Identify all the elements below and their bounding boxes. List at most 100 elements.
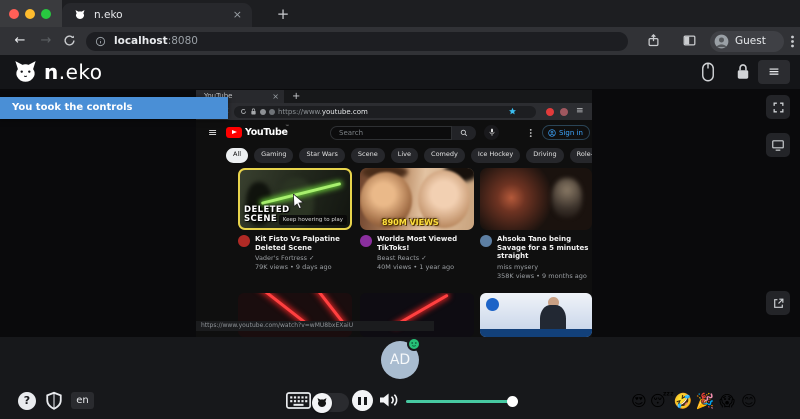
reload-button[interactable] [62,33,77,48]
chip-ice-hockey[interactable]: Ice Hockey [471,148,520,163]
video-thumbnail-row2-3[interactable] [480,293,592,337]
signin-label: Sign in [559,129,583,137]
channel-avatar-1[interactable] [238,235,250,247]
guest-label: Guest [735,35,766,47]
emoji-party-popper[interactable]: 🎉 [694,390,716,412]
window-minimize-button[interactable] [25,9,35,19]
verified-badge-1: ✓ [309,254,314,262]
channel-name-1: Vader's Fortress [255,254,307,262]
remote-bookmark-star-icon[interactable] [508,107,517,116]
badge-face-icon [409,339,419,349]
video-thumbnail-3[interactable] [480,168,592,230]
volume-slider[interactable] [406,400,514,404]
url-port-text: :8080 [168,35,198,47]
video-meta-1: 79K views • 9 days ago [255,263,349,271]
video-thumbnail-1[interactable]: DELETED SCENE Keep hovering to play [238,168,352,230]
youtube-mic-button[interactable] [484,125,499,140]
help-button[interactable]: ? [18,392,36,410]
back-button[interactable]: ← [8,27,32,55]
cat-mode-toggle[interactable] [313,393,349,412]
logo-rest: .eko [59,60,103,84]
lock-icon[interactable] [735,63,751,80]
browser-tab-neko[interactable]: n.eko × [62,3,252,27]
window-close-button[interactable] [9,9,19,19]
youtube-search-button[interactable] [452,126,476,140]
emoji-scream[interactable]: 😱 [716,390,738,412]
remote-screen[interactable]: YouTube × + → × https://www.youtube.com … [196,90,592,337]
video-channel-1: Vader's Fortress ✓ [255,254,349,262]
volume-button[interactable] [378,391,400,409]
video-title-3: Ahsoka Tano being Savage for a 5 minutes… [497,235,591,261]
video-title-2: Worlds Most Viewed TikToks! [377,235,471,252]
youtube-search-placeholder: Search [331,127,451,139]
verified-badge-2: ✓ [421,254,426,262]
screen-settings-button[interactable] [766,133,790,157]
status-url-text: https://www.youtube.com/watch?v=wMU8bxEX… [196,321,434,331]
volume-slider-knob[interactable] [507,396,518,407]
keyboard-button[interactable] [286,392,311,409]
new-tab-button[interactable]: + [272,3,294,25]
remote-address-bar[interactable]: https://www.youtube.com [234,106,536,118]
side-panel-icon[interactable] [682,33,697,48]
video-meta-2: 40M views • 1 year ago [377,263,471,271]
toggle-knob[interactable] [312,393,332,413]
youtube-guide-icon[interactable]: ≡ [208,126,217,139]
chip-all[interactable]: All [226,148,248,163]
neko-app-window: n.eko × + ← → localhost:8080 Guest [0,0,800,419]
youtube-signin-button[interactable]: Sign in [542,125,590,140]
remote-new-tab-button[interactable]: + [292,90,300,103]
chip-star-wars[interactable]: Star Wars [299,148,344,163]
chip-comedy[interactable]: Comedy [424,148,465,163]
tab-close-icon[interactable]: × [233,8,242,21]
video-card-2[interactable]: 890M VIEWS Worlds Most Viewed TikToks! B… [360,168,474,271]
chip-role-playing-games[interactable]: Role-Playing Games [570,148,592,163]
keyboard-icon [286,392,311,409]
channel-avatar-3[interactable] [480,235,492,247]
pause-button[interactable] [352,390,373,411]
search-icon [460,129,468,137]
chip-scene[interactable]: Scene [351,148,385,163]
browser-menu-icon[interactable] [790,35,795,48]
notification-text: You took the controls [0,97,228,119]
site-info-icon[interactable] [95,36,106,47]
forward-button[interactable]: → [34,27,58,55]
video-card-3[interactable]: Ahsoka Tano being Savage for a 5 minutes… [480,168,592,280]
mouse-control-icon[interactable] [701,62,715,82]
chip-gaming[interactable]: Gaming [254,148,293,163]
youtube-search-input[interactable]: Search [330,126,452,140]
youtube-logo-text[interactable]: YouTube [245,127,288,138]
youtube-header: ≡ YouTube ™ Search Sign in [196,120,592,145]
neko-menu-button[interactable]: ≡ [758,60,790,84]
shield-button[interactable] [45,391,63,411]
monitor-icon [771,139,785,152]
video-thumbnail-2[interactable]: 890M VIEWS [360,168,474,230]
share-icon[interactable] [646,33,661,48]
chip-driving[interactable]: Driving [526,148,563,163]
chip-live[interactable]: Live [391,148,418,163]
remote-extension-icon-3[interactable] [560,108,568,116]
remote-adblock-icon[interactable] [546,108,554,116]
youtube-menu-icon[interactable] [529,128,533,138]
video-card-1[interactable]: DELETED SCENE Keep hovering to play Kit … [238,168,352,271]
open-external-button[interactable] [766,291,790,315]
remote-tab-close-icon[interactable]: × [272,90,279,103]
address-bar[interactable]: localhost:8080 [86,32,628,51]
emoji-rofl[interactable]: 🤣 [672,390,694,412]
youtube-logo-icon[interactable] [226,127,242,138]
person-icon [548,129,556,137]
mouse-cursor-icon [292,194,305,209]
remote-menu-icon[interactable]: ≡ [576,103,584,120]
remote-extension-icon-2[interactable] [269,109,275,115]
emoji-heart-eyes[interactable]: 😍 [628,390,650,412]
profile-button[interactable]: Guest [710,31,784,52]
remote-reload-icon[interactable] [240,108,247,115]
language-button[interactable]: en [71,392,94,409]
browser-toolbar: ← → localhost:8080 Guest [0,27,800,55]
emoji-sleeping[interactable]: 😴 [650,390,672,412]
remote-extension-icon[interactable] [260,109,266,115]
video-title-1: Kit Fisto Vs Palpatine Deleted Scene [255,235,349,252]
channel-avatar-2[interactable] [360,235,372,247]
window-zoom-button[interactable] [41,9,51,19]
emoji-add-reaction[interactable]: 😊 [738,390,760,412]
fullscreen-button[interactable] [766,95,790,119]
